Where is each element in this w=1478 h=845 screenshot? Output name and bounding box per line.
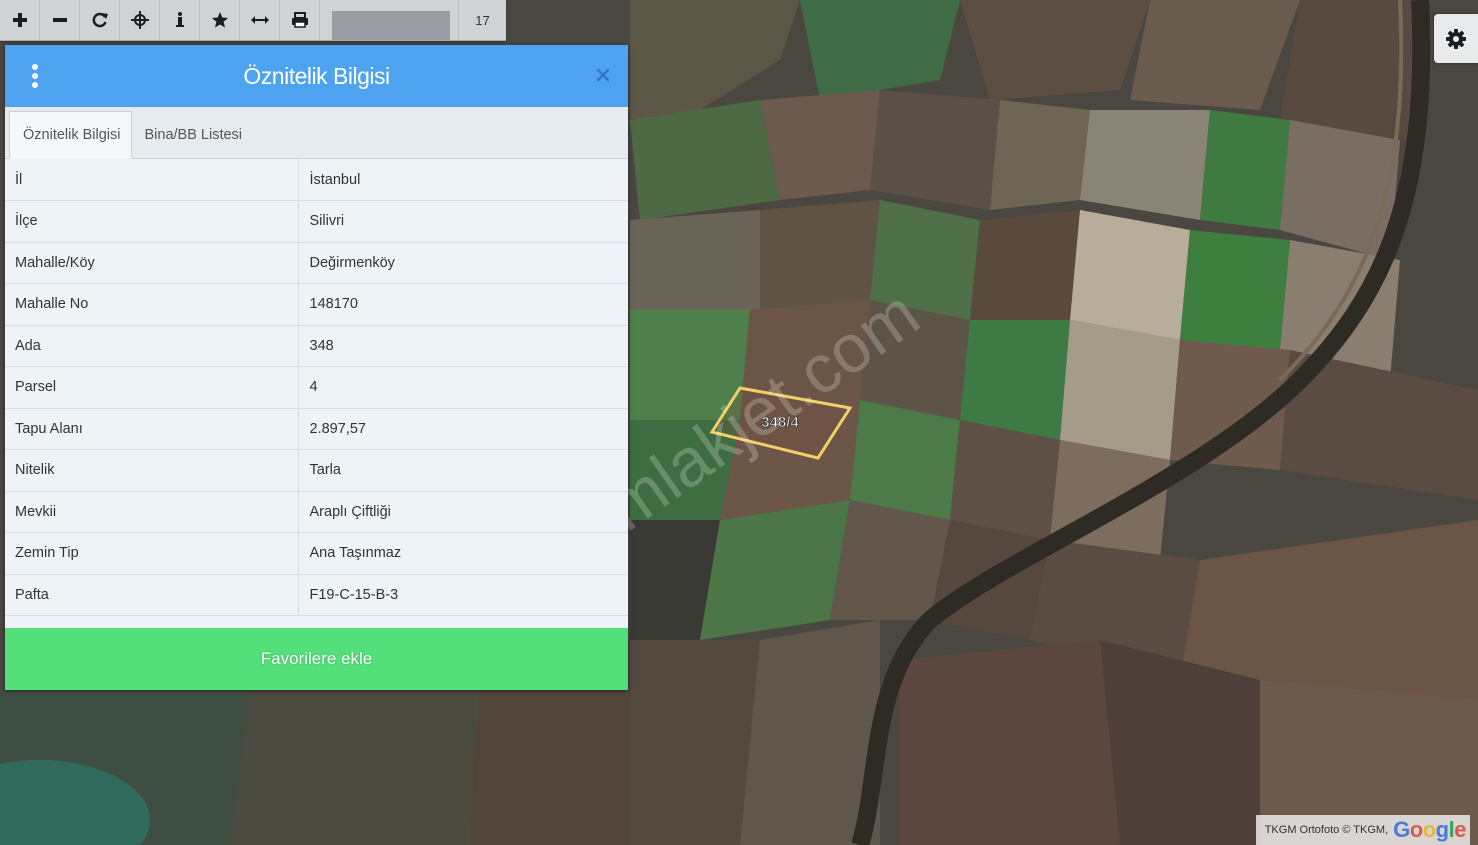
table-row: Mahalle No 148170 xyxy=(5,283,628,326)
map-toolbar: 17 xyxy=(0,0,506,41)
favorite-button[interactable] xyxy=(200,0,240,40)
info-button[interactable] xyxy=(160,0,200,40)
row-key: Nitelik xyxy=(5,449,299,492)
row-key: Tapu Alanı xyxy=(5,408,299,450)
table-row: İl İstanbul xyxy=(5,159,628,201)
print-button[interactable] xyxy=(280,0,320,40)
zoom-level: 17 xyxy=(458,0,506,40)
pan-button[interactable] xyxy=(120,0,160,40)
gear-icon xyxy=(1446,28,1466,49)
row-value: 348 xyxy=(298,325,628,367)
panel-tabs: Öznitelik Bilgisi Bina/BB Listesi xyxy=(5,107,628,159)
table-row: Zemin Tip Ana Taşınmaz xyxy=(5,532,628,575)
panel-title: Öznitelik Bilgisi xyxy=(243,62,390,89)
ruler-icon xyxy=(250,16,269,24)
row-value: İstanbul xyxy=(298,159,628,201)
row-key: Mahalle No xyxy=(5,283,299,326)
close-icon[interactable] xyxy=(596,68,610,82)
row-value: Silivri xyxy=(298,200,628,243)
attribute-table: İl İstanbul İlçe Silivri Mahalle/Köy Değirm… xyxy=(5,159,628,616)
add-to-favorites-button[interactable]: Favorilere ekle xyxy=(5,628,628,690)
row-value: Ana Taşınmaz xyxy=(298,532,628,575)
google-logo: Google xyxy=(1393,817,1466,842)
row-key: Mahalle/Köy xyxy=(5,242,299,284)
refresh-icon xyxy=(92,12,108,28)
panel-header: Öznitelik Bilgisi xyxy=(5,45,628,107)
refresh-button[interactable] xyxy=(80,0,120,40)
table-row: Pafta F19-C-15-B-3 xyxy=(5,574,628,616)
attribute-panel: Öznitelik Bilgisi Öznitelik Bilgisi Bina… xyxy=(5,45,628,690)
row-value: F19-C-15-B-3 xyxy=(298,574,628,616)
row-value: Değirmenköy xyxy=(298,242,628,284)
row-key: Pafta xyxy=(5,574,299,616)
plus-icon xyxy=(12,13,27,27)
row-key: Mevkii xyxy=(5,491,299,533)
row-value: Tarla xyxy=(298,449,628,492)
table-row: Ada 348 xyxy=(5,325,628,367)
row-key: İl xyxy=(5,159,299,201)
settings-button[interactable] xyxy=(1434,14,1478,63)
kebab-menu-icon[interactable] xyxy=(31,64,39,88)
table-row: Tapu Alanı 2.897,57 xyxy=(5,408,628,450)
star-icon xyxy=(211,12,228,28)
row-value: 2.897,57 xyxy=(298,408,628,450)
zoom-out-button[interactable] xyxy=(40,0,80,40)
info-icon xyxy=(175,12,184,27)
row-value: Araplı Çiftliği xyxy=(298,491,628,533)
table-row: Mahalle/Köy Değirmenköy xyxy=(5,242,628,284)
row-key: Parsel xyxy=(5,366,299,409)
attribution-text: TKGM Ortofoto © TKGM, xyxy=(1264,824,1389,836)
row-value: 4 xyxy=(298,366,628,409)
print-icon xyxy=(291,12,308,28)
row-key: Ada xyxy=(5,325,299,367)
table-row: Mevkii Araplı Çiftliği xyxy=(5,491,628,533)
tab-attribute-info[interactable]: Öznitelik Bilgisi xyxy=(9,111,132,159)
measure-button[interactable] xyxy=(240,0,280,40)
minus-icon xyxy=(52,18,67,22)
search-box[interactable] xyxy=(332,11,450,40)
tab-building-list[interactable]: Bina/BB Listesi xyxy=(132,112,253,158)
row-value: 148170 xyxy=(298,283,628,326)
table-row: Parsel 4 xyxy=(5,366,628,409)
row-key: İlçe xyxy=(5,200,299,243)
row-key: Zemin Tip xyxy=(5,532,299,575)
zoom-in-button[interactable] xyxy=(0,0,40,40)
table-row: İlçe Silivri xyxy=(5,200,628,243)
table-row: Nitelik Tarla xyxy=(5,449,628,492)
crosshair-icon xyxy=(130,11,149,29)
map-attribution: TKGM Ortofoto © TKGM, Google xyxy=(1256,815,1470,845)
